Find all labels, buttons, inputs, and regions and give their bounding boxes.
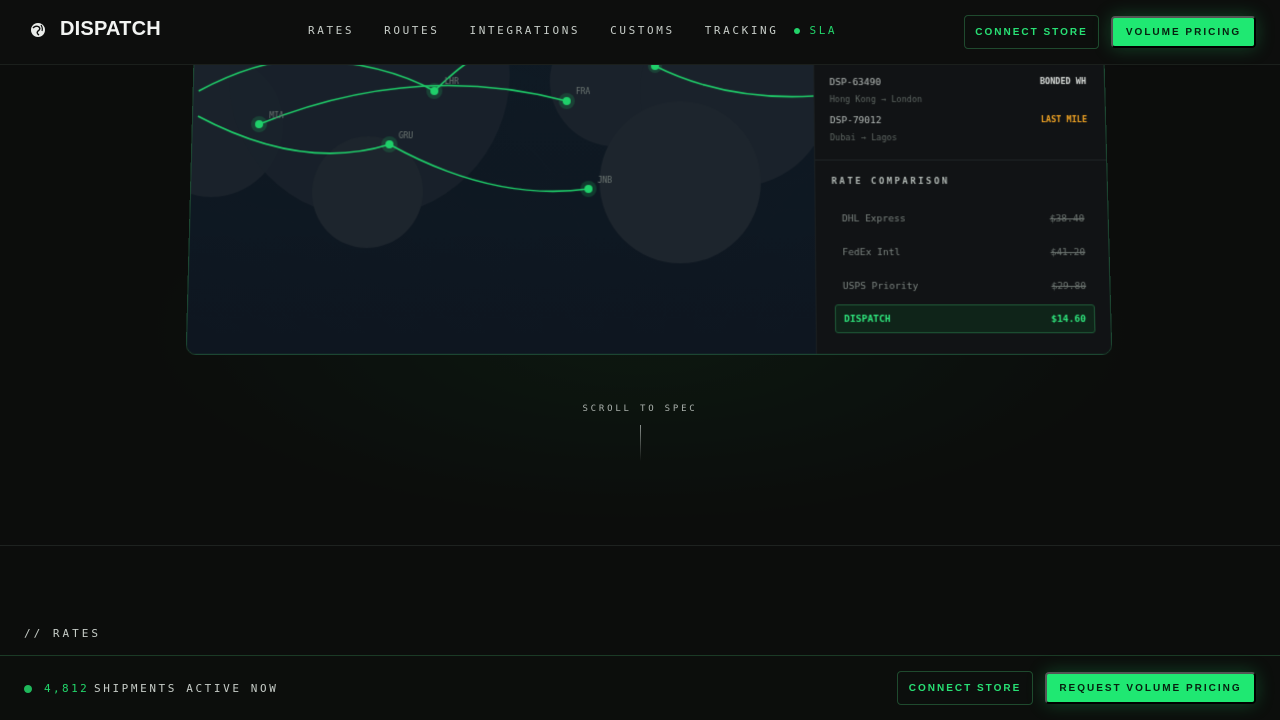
active-shipments-count: 4,812 [44,682,90,695]
rate-price: $41.20 [1050,246,1086,258]
scroll-hint[interactable]: SCROLL TO SPEC [0,404,1280,414]
nav-link-routes[interactable]: ROUTES [384,24,439,37]
top-nav: DISPATCH RATES ROUTES INTEGRATIONS CUSTO… [0,0,1280,65]
sla-label: SLA [809,24,838,37]
shipment-route: Hong Kong → London [829,95,923,106]
shipment-panel: DSP-63490 Hong Kong → London BONDED WH D… [813,40,1113,355]
rate-carrier: FedEx Intl [842,246,901,258]
rate-comparison-title: RATE COMPARISON [831,176,950,187]
connect-store-button[interactable]: CONNECT STORE [964,15,1099,49]
rate-row[interactable]: USPS Priority $29.80 [834,272,1094,301]
rate-row-best[interactable]: DISPATCH $14.60 [834,304,1096,334]
request-volume-pricing-button[interactable]: REQUEST VOLUME PRICING [1045,672,1256,704]
shipment-row[interactable]: DSP-63490 Hong Kong → London BONDED WH [829,77,1086,105]
rate-carrier: DHL Express [841,212,906,225]
sla-status-dot [794,27,801,34]
route-map-svg: MIA LHR FRA GRU JNB [186,40,817,264]
brand-name: DISPATCH [60,18,161,40]
bottom-connect-store-button[interactable]: CONNECT STORE [897,671,1033,705]
scroll-indicator-line [640,425,641,461]
section-divider [0,545,1280,546]
nav-link-customs[interactable]: CUSTOMS [610,24,675,37]
rate-price: $38.40 [1049,212,1085,225]
dashboard-preview: MIA LHR FRA GRU JNB DSP-63490 Hong Kong … [185,40,1113,355]
rate-price: $29.80 [1051,280,1087,292]
shipment-status-badge: BONDED WH [1039,76,1087,88]
nav-links: RATES ROUTES INTEGRATIONS CUSTOMS TRACKI… [308,24,837,37]
nav-link-integrations[interactable]: INTEGRATIONS [469,24,580,37]
rate-carrier: DISPATCH [844,313,891,325]
rate-row[interactable]: FedEx Intl $41.20 [834,238,1094,267]
city-label-lhr: LHR [444,77,459,86]
city-label-gru: GRU [399,131,414,140]
city-label-jnb: JNB [598,176,613,185]
nav-link-tracking[interactable]: TRACKING [705,24,779,37]
section-label: // RATES [24,627,101,640]
globe-icon [28,20,48,40]
city-label-mia: MIA [269,111,284,120]
panel-divider [815,159,1110,161]
city-label-fra: FRA [576,87,591,96]
landmass [599,101,762,264]
rate-row[interactable]: DHL Express $38.40 [834,204,1093,233]
live-status-dot [24,685,32,693]
brand-logo[interactable]: DISPATCH [28,18,161,41]
shipment-status-badge: LAST MILE [1040,115,1088,126]
volume-pricing-button[interactable]: VOLUME PRICING [1111,16,1256,48]
shipment-route: Dubai → Lagos [829,133,898,144]
rate-carrier: USPS Priority [842,280,919,292]
active-shipments-label: SHIPMENTS ACTIVE NOW [94,682,279,695]
nav-link-sla[interactable]: SLA [794,24,837,37]
bottom-cta-bar: 4,812 SHIPMENTS ACTIVE NOW CONNECT STORE… [0,655,1280,720]
rate-price: $14.60 [1050,313,1087,325]
route-map: MIA LHR FRA GRU JNB [186,40,817,355]
nav-link-rates[interactable]: RATES [308,24,354,37]
shipment-row[interactable]: DSP-79012 Dubai → Lagos LAST MILE [830,115,1088,143]
